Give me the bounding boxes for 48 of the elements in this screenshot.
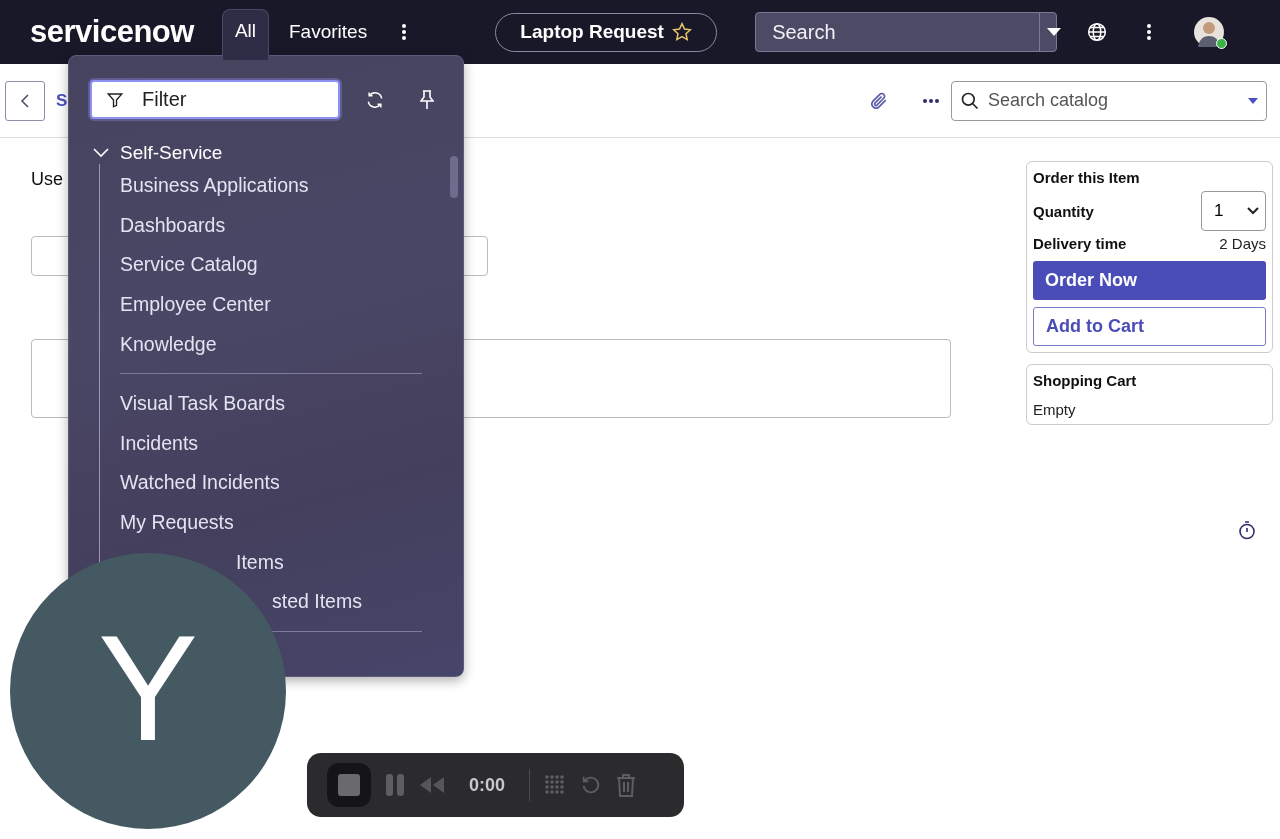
search-icon [960,90,980,111]
filter-field[interactable]: Filter [90,80,340,119]
quantity-label: Quantity [1033,202,1094,220]
user-avatar[interactable] [1194,17,1225,47]
menu-item[interactable]: Incidents [120,431,199,456]
menu-item[interactable]: Watched Incidents [120,470,280,495]
dots-grid-icon[interactable] [544,774,567,796]
menu-item[interactable]: My Requests [120,510,234,535]
quantity-select[interactable]: 1 [1201,191,1266,231]
card-title: Shopping Cart [1033,372,1138,389]
star-icon[interactable] [671,22,692,42]
filter-icon [106,90,124,109]
record-title-button[interactable]: Laptop Request [495,12,718,52]
stop-button[interactable] [327,763,371,807]
stop-icon [338,774,360,796]
cart-status: Empty [1033,401,1077,418]
globe-icon[interactable] [1087,22,1108,42]
menu-item[interactable]: Business Applications [120,173,309,198]
bubble-initial: Y [97,613,199,763]
menu-item[interactable]: Dashboards [120,213,226,238]
caret-icon[interactable] [1248,97,1258,104]
intro-text: Use [31,169,63,190]
pin-icon[interactable] [420,89,434,110]
recording-time: 0:00 [469,774,506,796]
menu-section[interactable]: Self-Service [90,142,223,164]
catalog-search-field[interactable]: Search catalog [951,80,1267,121]
refresh-icon[interactable] [365,89,385,110]
menu-item[interactable]: Service Catalog [120,253,258,277]
order-now-button[interactable]: Order Now [1033,261,1266,300]
more-icon[interactable] [1146,23,1153,41]
back-button[interactable] [5,80,45,121]
chevron-down-icon [1247,207,1259,215]
stopwatch-icon[interactable] [1238,520,1256,540]
more-icon[interactable] [401,23,408,41]
add-to-cart-button[interactable]: Add to Cart [1033,307,1266,346]
nav-tab[interactable]: Favorites [277,11,380,53]
menu-item[interactable]: Knowledge [120,332,217,357]
delivery-label: Delivery time [1033,235,1127,252]
menu-item[interactable]: Visual Task Boards [120,391,286,416]
breadcrumb-link[interactable]: S [56,90,68,111]
more-icon[interactable] [923,98,939,103]
chevron-down-icon [93,148,109,158]
chevron-left-icon [20,92,30,109]
delivery-value: 2 Days [1219,235,1266,252]
menu-item[interactable]: Employee Center [120,292,271,317]
nav-tab[interactable]: All [221,9,269,60]
logo[interactable]: servicenow [30,14,194,50]
card-title: Order this Item [1033,169,1141,186]
